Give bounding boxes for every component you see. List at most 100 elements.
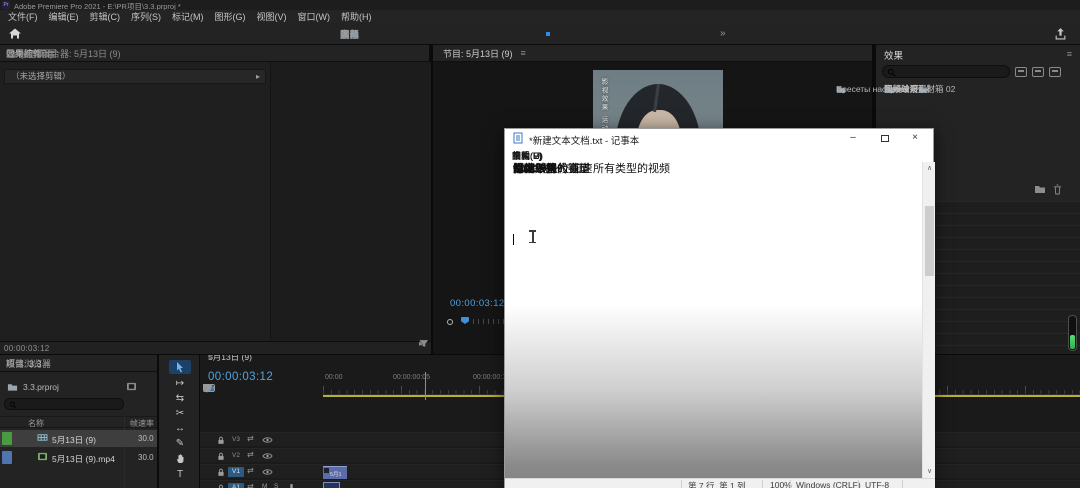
notepad-scrollbar[interactable]: ∧ ∨	[922, 162, 935, 478]
menubar-item[interactable]: 剪辑(C)	[90, 10, 121, 23]
clip-fx-badge	[324, 468, 329, 473]
panel-tab[interactable]: 音频剪辑混合器: 5月13日 (9)	[6, 47, 121, 60]
panel-menu-icon[interactable]: ≡	[47, 49, 52, 59]
yuv-effects-badge-icon[interactable]	[1049, 67, 1061, 77]
track-select-forward-tool[interactable]: ↦	[169, 376, 191, 390]
timeline-timecode[interactable]: 00:00:03:12	[208, 371, 273, 383]
menubar-item[interactable]: 窗口(W)	[298, 10, 331, 23]
notepad-text-area[interactable]: 适用所有的赛道 所有类型的视频 1000 原理 行为识别 撞帧 wink - 60 抽帧 X…	[505, 162, 922, 478]
film-icon[interactable]	[126, 382, 137, 391]
eye-icon[interactable]	[262, 452, 273, 460]
lock-icon[interactable]	[217, 484, 225, 488]
scrollbar-thumb[interactable]	[925, 206, 934, 276]
track-label[interactable]: A1	[228, 483, 244, 488]
pen-tool[interactable]: ✎	[169, 436, 191, 450]
project-bin-name[interactable]: 3.3.prproj	[23, 382, 59, 392]
lock-icon[interactable]	[217, 436, 225, 445]
mute-button[interactable]: M	[262, 483, 267, 488]
program-timecode[interactable]: 00:00:03:12	[450, 298, 505, 309]
menubar-item[interactable]: 序列(S)	[131, 10, 161, 23]
32bit-effects-badge-icon[interactable]	[1032, 67, 1044, 77]
hand-tool[interactable]	[169, 451, 191, 465]
menubar-item[interactable]: 标记(M)	[172, 10, 204, 23]
track-label[interactable]: V1	[228, 467, 244, 477]
notepad-menubar: 文件(F) 编辑(E) 格式(O) 查看(V) 帮助(H)	[505, 148, 933, 162]
accelerated-effects-badge-icon[interactable]	[1015, 67, 1027, 77]
column-header-framerate[interactable]: 帧速率	[130, 418, 154, 429]
selection-tool[interactable]	[169, 360, 191, 374]
lock-icon[interactable]	[217, 452, 225, 461]
notepad-titlebar[interactable]: *新建文本文档.txt - 记事本 – ×	[505, 129, 933, 148]
program-monitor-header: 节目: 5月13日 (9) ≡	[433, 45, 872, 62]
notepad-text-line[interactable]: BCC镜头校正	[513, 163, 580, 176]
home-icon[interactable]	[8, 27, 22, 40]
scrubber-knob[interactable]	[447, 319, 453, 325]
project-item-name[interactable]: 5月13日 (9).mp4	[52, 453, 115, 465]
sync-lock-icon[interactable]: ⇄	[247, 450, 254, 459]
scroll-down-arrow[interactable]: ∨	[923, 465, 936, 478]
panel-menu-icon[interactable]: ≡	[521, 48, 526, 58]
minimize-button[interactable]: –	[845, 129, 861, 147]
panel-menu-icon[interactable]: ≡	[208, 355, 213, 362]
workspace-overflow-button[interactable]: »	[720, 28, 726, 39]
effects-search-input[interactable]	[899, 66, 1007, 77]
effects-panel-title[interactable]: 效果	[884, 48, 903, 62]
timeline-playhead[interactable]	[425, 372, 426, 400]
column-header-name[interactable]: 名称	[28, 418, 44, 429]
sync-lock-icon[interactable]: ⇄	[247, 482, 254, 488]
export-icon[interactable]	[1054, 27, 1067, 40]
project-search-input[interactable]	[20, 399, 120, 409]
menubar-item[interactable]: 文件(F)	[8, 10, 38, 23]
eye-icon[interactable]	[262, 436, 273, 444]
slip-icon: ↔	[175, 422, 185, 434]
menubar-item[interactable]: 视图(V)	[257, 10, 287, 23]
loop-icon[interactable]: ↻	[419, 339, 426, 348]
sync-lock-icon[interactable]: ⇄	[247, 466, 254, 475]
clip-label: 5月1	[330, 472, 342, 478]
panel-menu-icon[interactable]: ≡	[1067, 49, 1072, 59]
effects-tree-item[interactable]: 素材箱 02	[910, 83, 955, 95]
trash-icon[interactable]	[1053, 184, 1062, 195]
solo-button[interactable]: S	[274, 483, 278, 488]
new-bin-icon[interactable]	[1034, 184, 1046, 194]
zoom-level-status[interactable]: 100%	[770, 480, 792, 488]
sync-lock-icon[interactable]: ⇄	[247, 434, 254, 443]
close-button[interactable]: ×	[907, 129, 923, 147]
project-row-clip[interactable]: 5月13日 (9).mp4 30.0	[0, 449, 157, 466]
razor-tool[interactable]: ✂	[169, 406, 191, 420]
panel-menu-icon[interactable]: ≡	[44, 359, 49, 369]
track-label[interactable]: V2	[228, 451, 244, 461]
timeline-tab-label[interactable]: 5月13日 (9)	[208, 355, 252, 363]
slip-tool[interactable]: ↔	[169, 421, 191, 435]
project-row-sequence[interactable]: 5月13日 (9) 30.0	[0, 430, 157, 447]
expand-arrow-icon[interactable]: ▸	[256, 70, 260, 83]
menubar-item[interactable]: 编辑(E)	[49, 10, 79, 23]
scroll-up-arrow[interactable]: ∧	[923, 162, 936, 175]
track-label[interactable]: V3	[228, 435, 244, 445]
ripple-edit-tool[interactable]: ⇆	[169, 391, 191, 405]
scrubber-playhead-icon[interactable]	[461, 317, 469, 324]
status-divider	[902, 480, 903, 488]
workspace-tab[interactable]: 库	[340, 27, 350, 41]
ripple-edit-icon: ⇆	[175, 392, 185, 404]
audio-clip[interactable]	[323, 482, 340, 488]
menubar-item[interactable]: 帮助(H)	[341, 10, 372, 23]
video-clip[interactable]: 5月1	[323, 466, 347, 479]
project-item-name[interactable]: 5月13日 (9)	[52, 434, 96, 446]
project-search-box[interactable]	[4, 398, 124, 410]
type-tool[interactable]: T	[169, 467, 191, 481]
eye-icon[interactable]	[262, 468, 273, 476]
label-swatch-green[interactable]	[2, 432, 12, 445]
type-tool-icon: T	[176, 468, 184, 480]
program-monitor-title[interactable]: 节目: 5月13日 (9)	[443, 47, 513, 60]
effects-search-box[interactable]	[882, 65, 1010, 78]
lock-icon[interactable]	[217, 468, 225, 477]
captions-icon[interactable]: CC	[203, 384, 215, 392]
mic-icon[interactable]	[288, 483, 295, 488]
effects-tree-item[interactable]: Пресеты настроек	[828, 83, 908, 95]
project-panel: 项目: 3.3 媒体浏览器 ≡ 3.3.prproj 名称 帧速率 5月13日 (…	[0, 355, 157, 488]
label-swatch-blue[interactable]	[2, 451, 12, 464]
menubar-item[interactable]: 图形(G)	[215, 10, 246, 23]
notepad-menu-item[interactable]: 帮助(H)	[512, 149, 543, 162]
project-bin-row[interactable]: 3.3.prproj	[0, 380, 157, 395]
